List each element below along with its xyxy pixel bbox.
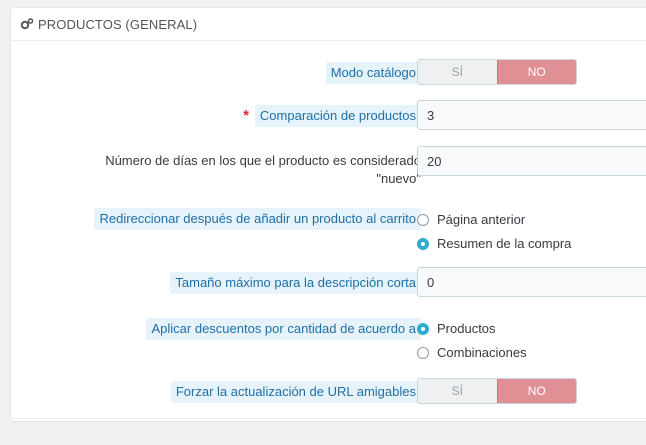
catalog-mode-no[interactable]: NO (496, 60, 576, 84)
radio-checked[interactable] (417, 237, 429, 250)
catalog-mode-label: Modo catálogo (325, 62, 421, 84)
discounts-option-products[interactable]: Productos (417, 321, 496, 336)
panel-footer-divider (11, 418, 646, 419)
short-desc-label: Tamaño máximo para la descripción corta (170, 272, 421, 294)
friendly-url-no[interactable]: NO (496, 379, 576, 403)
friendly-url-switch[interactable]: SÍ NO (417, 378, 577, 404)
redirect-label: Redireccionar después de añadir un produ… (94, 208, 421, 230)
required-mark: * (243, 107, 249, 124)
panel-heading: PRODUCTOS (GENERAL) (11, 8, 646, 41)
panel-title: PRODUCTOS (GENERAL) (38, 16, 198, 32)
gears-icon (20, 18, 34, 30)
friendly-url-label: Forzar la actualización de URL amigables (170, 381, 421, 403)
friendly-url-yes[interactable]: SÍ (418, 379, 497, 403)
products-general-panel: PRODUCTOS (GENERAL) Modo catálogo SÍ NO … (10, 7, 646, 422)
radio-unchecked[interactable] (417, 346, 429, 359)
radio-checked[interactable] (417, 322, 429, 335)
redirect-option-previous[interactable]: Página anterior (417, 212, 525, 227)
new-days-input[interactable]: 20 (417, 146, 646, 176)
catalog-mode-yes[interactable]: SÍ (418, 60, 497, 84)
new-days-label-line2: "nuevo" (376, 171, 421, 186)
short-desc-input[interactable]: 0 (417, 267, 646, 297)
comparison-input[interactable]: 3 (417, 100, 646, 130)
comparison-label: Comparación de productos (254, 105, 421, 127)
new-days-label-line1: Número de días en los que el producto es… (105, 153, 421, 168)
redirect-option-summary[interactable]: Resumen de la compra (417, 236, 571, 251)
radio-unchecked[interactable] (417, 213, 429, 226)
discounts-label: Aplicar descuentos por cantidad de acuer… (146, 318, 421, 340)
catalog-mode-switch[interactable]: SÍ NO (417, 59, 577, 85)
discounts-option-combinations[interactable]: Combinaciones (417, 345, 527, 360)
